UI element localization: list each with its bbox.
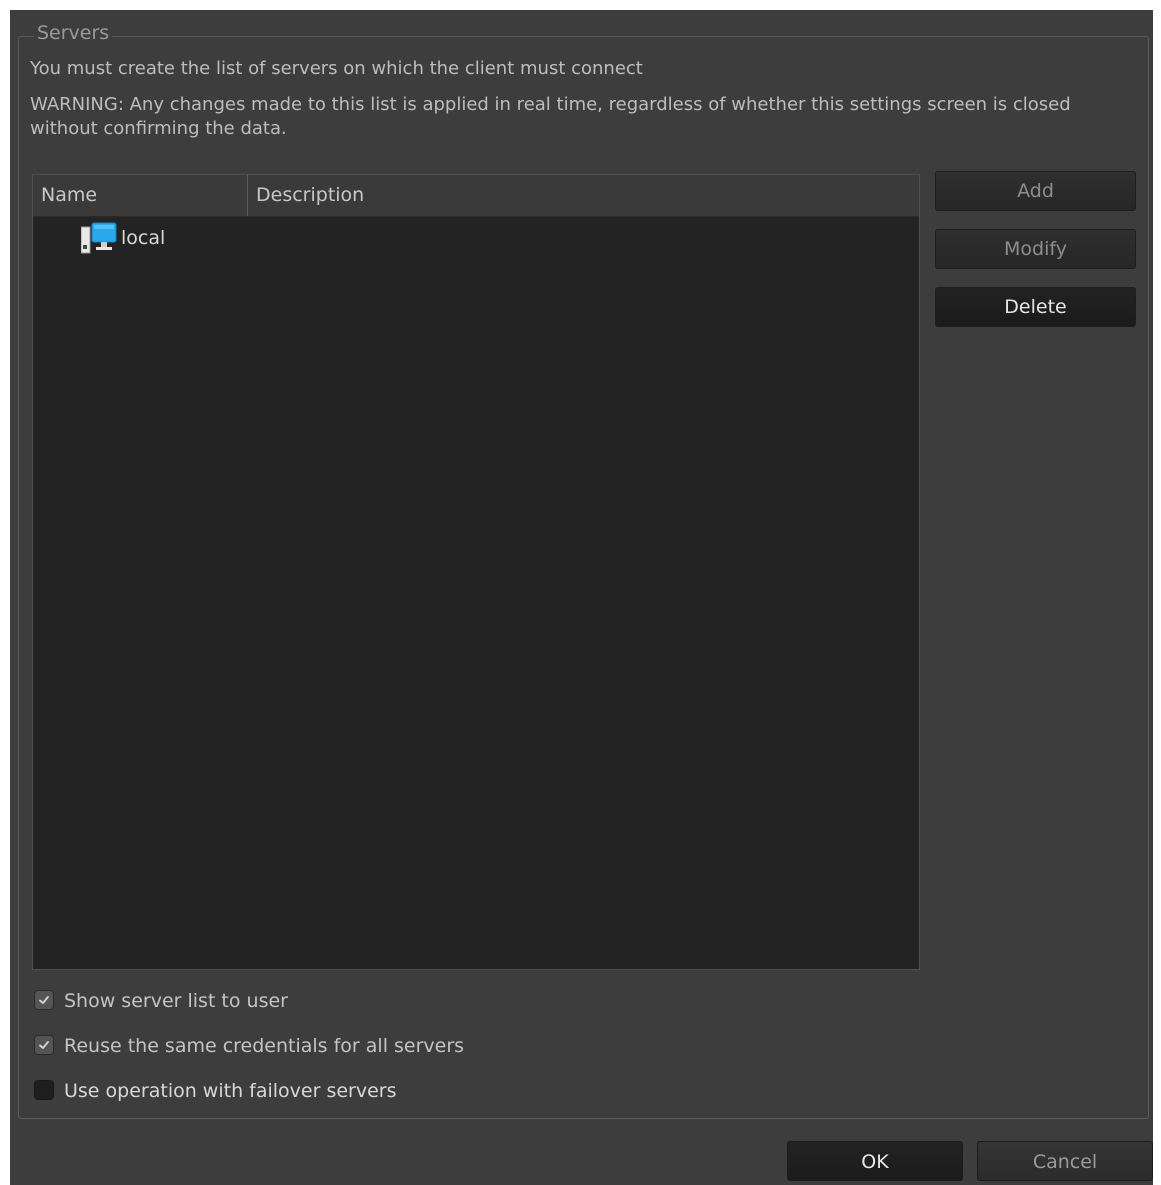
modify-button[interactable]: Modify [935, 229, 1136, 269]
settings-window: Servers You must create the list of serv… [10, 10, 1153, 1185]
failover-servers-checkbox[interactable] [34, 1080, 54, 1100]
ok-button[interactable]: OK [787, 1141, 963, 1181]
checkmark-icon [39, 996, 49, 1004]
show-server-list-checkbox[interactable] [34, 990, 54, 1010]
server-computer-icon [80, 221, 119, 255]
warning-text: WARNING: Any changes made to this list i… [30, 94, 1071, 139]
cancel-button[interactable]: Cancel [977, 1141, 1153, 1181]
server-row-local[interactable]: local [33, 217, 919, 257]
server-list[interactable]: Name Description local [32, 174, 920, 970]
show-server-list-label: Show server list to user [64, 990, 288, 1012]
reuse-credentials-checkbox[interactable] [34, 1035, 54, 1055]
delete-button[interactable]: Delete [935, 287, 1136, 327]
checkmark-icon [39, 1041, 49, 1049]
column-header-description[interactable]: Description [248, 175, 919, 216]
column-header-name[interactable]: Name [33, 175, 248, 216]
list-header: Name Description [33, 175, 919, 217]
add-button[interactable]: Add [935, 171, 1136, 211]
reuse-credentials-label: Reuse the same credentials for all serve… [64, 1035, 465, 1057]
info-text: You must create the list of servers on w… [30, 58, 643, 79]
servers-group-title: Servers [34, 21, 113, 45]
server-name-cell: local [121, 227, 166, 249]
failover-servers-label: Use operation with failover servers [64, 1080, 397, 1102]
